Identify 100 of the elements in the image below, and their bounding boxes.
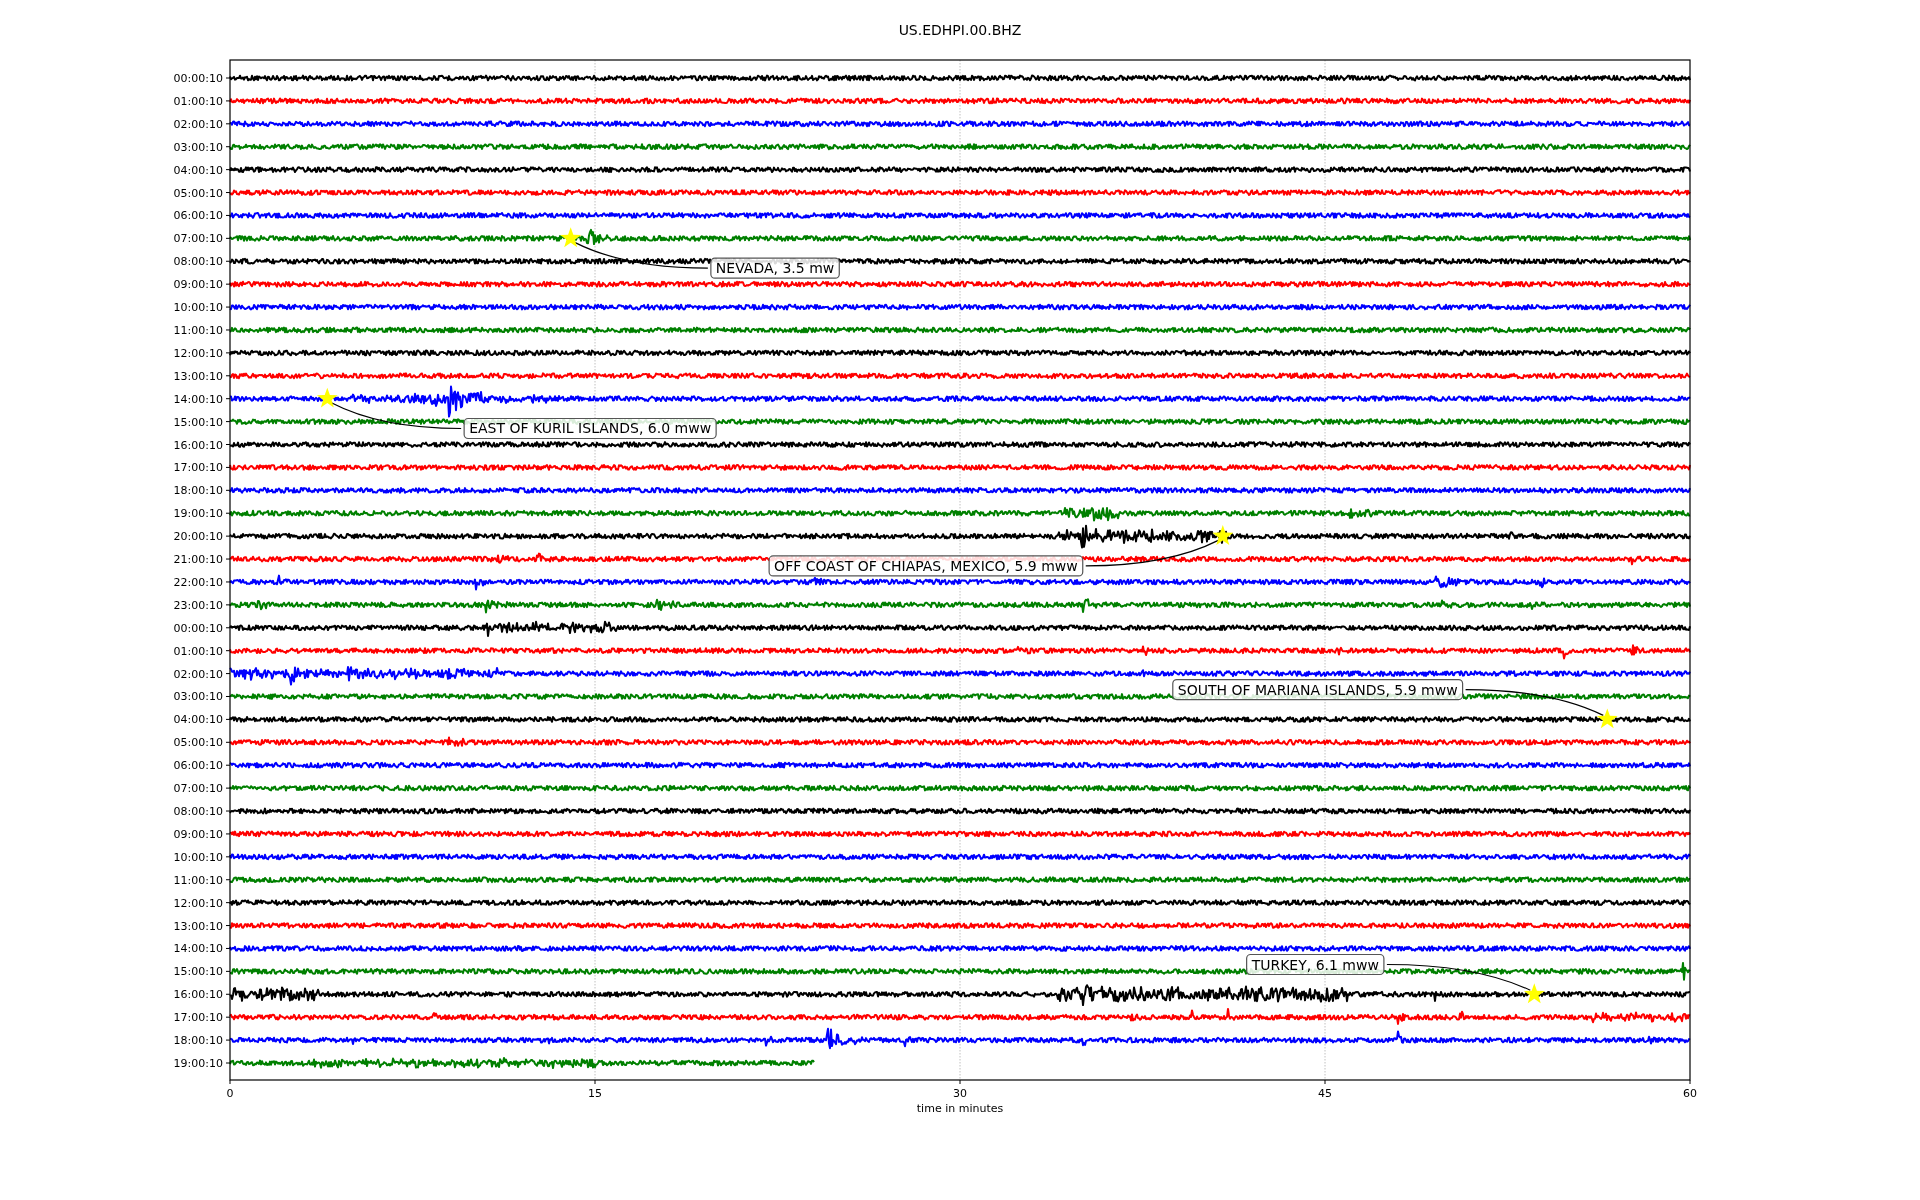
time-label: 12:00:10 (173, 896, 223, 910)
time-label: 10:00:10 (173, 850, 223, 864)
y-axis-tick (225, 856, 231, 858)
y-axis-tick (225, 329, 231, 331)
event-star-icon (1596, 708, 1618, 729)
time-label: 02:00:10 (173, 117, 223, 131)
y-axis-tick (225, 673, 231, 675)
y-axis-tick (225, 1062, 231, 1064)
event-label: SOUTH OF MARIANA ISLANDS, 5.9 mww (1172, 679, 1464, 701)
y-axis-tick (225, 192, 231, 194)
y-axis-tick (225, 260, 231, 262)
y-axis-tick (225, 512, 231, 514)
y-axis-tick (225, 535, 231, 537)
time-label: 22:00:10 (173, 575, 223, 589)
y-axis-tick (225, 741, 231, 743)
y-axis-tick (225, 466, 231, 468)
time-label: 19:00:10 (173, 507, 223, 521)
time-label: 02:00:10 (173, 667, 223, 681)
time-label: 01:00:10 (173, 644, 223, 658)
time-label: 15:00:10 (173, 415, 223, 429)
x-axis-tick (1324, 1079, 1326, 1085)
x-tick-label: 15 (588, 1087, 602, 1100)
time-label: 00:00:10 (173, 72, 223, 85)
y-axis-tick (225, 375, 231, 377)
time-label: 06:00:10 (173, 209, 223, 223)
x-axis-tick (959, 1079, 961, 1085)
x-axis-tick (229, 1079, 231, 1085)
time-label: 08:00:10 (173, 805, 223, 818)
time-label: 09:00:10 (173, 278, 223, 292)
y-axis-tick (225, 650, 231, 652)
y-axis-tick (225, 833, 231, 835)
time-label: 04:00:10 (173, 163, 223, 177)
y-axis-tick (225, 604, 231, 606)
time-label: 07:00:10 (173, 782, 223, 796)
time-label: 11:00:10 (173, 873, 223, 887)
time-label: 04:00:10 (173, 713, 223, 727)
y-axis-tick (225, 237, 231, 239)
y-axis-tick (225, 925, 231, 927)
event-star-icon (1523, 983, 1545, 1004)
time-label: 18:00:10 (173, 484, 223, 498)
y-axis-tick (225, 718, 231, 720)
time-label: 19:00:10 (173, 1057, 223, 1070)
time-label: 16:00:10 (173, 988, 223, 1002)
y-axis-tick (225, 306, 231, 308)
x-tick-label: 30 (953, 1087, 967, 1100)
time-label: 01:00:10 (173, 94, 223, 108)
y-axis-tick (225, 558, 231, 560)
x-axis-label: time in minutes (916, 1102, 1004, 1115)
y-axis-tick (225, 146, 231, 148)
time-label: 07:00:10 (173, 232, 223, 246)
y-axis-tick (225, 123, 231, 125)
event-label: OFF COAST OF CHIAPAS, MEXICO, 5.9 mww (768, 555, 1084, 577)
y-axis-tick (225, 993, 231, 995)
event-star-icon (560, 227, 582, 248)
time-label: 13:00:10 (173, 369, 223, 383)
y-axis-tick (225, 169, 231, 171)
plot-title: US.EDHPI.00.BHZ (898, 22, 1022, 38)
time-label: 17:00:10 (173, 461, 223, 475)
time-label: 14:00:10 (173, 392, 223, 406)
time-label: 12:00:10 (173, 346, 223, 360)
y-axis-tick (225, 283, 231, 285)
y-axis-tick (225, 352, 231, 354)
y-axis-tick (225, 1016, 231, 1018)
y-axis-tick (225, 444, 231, 445)
y-axis-tick (225, 100, 231, 102)
x-tick-label: 0 (226, 1087, 234, 1100)
y-axis-tick (225, 970, 231, 972)
time-label: 10:00:10 (173, 301, 223, 315)
time-label: 21:00:10 (173, 553, 223, 567)
time-label: 09:00:10 (173, 827, 223, 841)
time-label: 11:00:10 (173, 324, 223, 337)
time-label: 05:00:10 (173, 186, 223, 200)
time-label: 23:00:10 (173, 598, 223, 612)
y-axis-tick (225, 398, 231, 400)
time-label: 16:00:10 (173, 438, 223, 452)
x-axis-tick (1689, 1079, 1691, 1085)
y-axis-tick (225, 947, 231, 949)
y-axis-tick (225, 810, 231, 812)
y-axis-tick (225, 879, 231, 881)
time-label: 03:00:10 (173, 140, 223, 154)
time-label: 06:00:10 (173, 759, 223, 773)
time-label: 14:00:10 (173, 942, 223, 956)
x-tick-label: 45 (1318, 1087, 1332, 1100)
y-axis-tick (225, 696, 231, 697)
time-label: 03:00:10 (173, 690, 223, 704)
event-label: NEVADA, 3.5 mw (710, 257, 840, 279)
time-label: 00:00:10 (173, 621, 223, 635)
y-axis-tick (225, 787, 231, 789)
y-axis-tick (225, 902, 231, 904)
event-star-icon (316, 387, 338, 408)
y-axis-tick (225, 489, 231, 491)
y-axis-tick (225, 421, 231, 423)
time-label: 13:00:10 (173, 919, 223, 933)
y-axis-tick (225, 214, 231, 216)
time-label: 17:00:10 (173, 1011, 223, 1025)
event-label: TURKEY, 6.1 mww (1246, 953, 1385, 976)
time-label: 05:00:10 (173, 736, 223, 750)
y-axis-tick (225, 627, 231, 629)
time-label: 20:00:10 (173, 530, 223, 544)
time-label: 08:00:10 (173, 255, 223, 269)
